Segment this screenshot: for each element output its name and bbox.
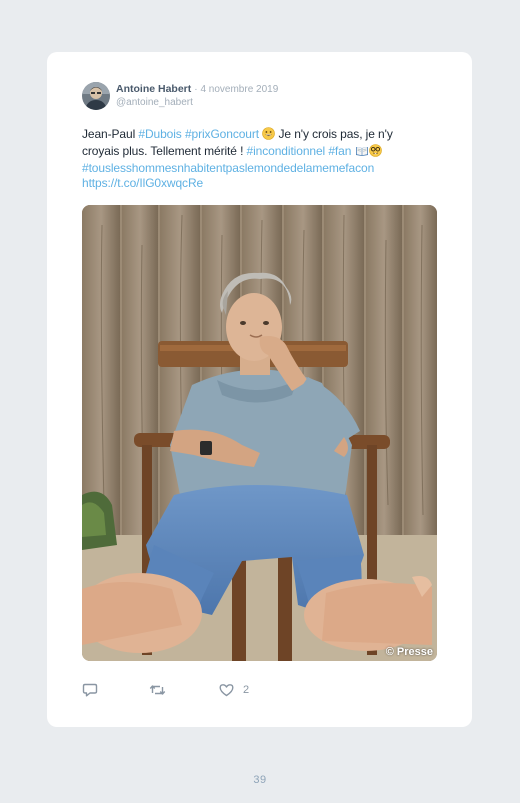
grinning-face-emoji-icon — [262, 127, 276, 144]
tweet-photo[interactable]: © Presse — [82, 205, 437, 661]
page-number: 39 — [253, 774, 267, 786]
retweet-button[interactable] — [149, 680, 166, 700]
text-segment: Jean-Paul — [82, 127, 139, 141]
tweet-actions: 2 — [82, 680, 382, 700]
tweet-date[interactable]: 4 novembre 2019 — [200, 84, 278, 95]
open-book-emoji-icon — [355, 145, 369, 161]
tweet-text-line-1: Jean-Paul #Dubois #prixGoncourt Je n'y c… — [82, 127, 442, 144]
photo-watermark: © Presse — [385, 646, 433, 658]
tweet-short-link[interactable]: https://t.co/IlG0xwqcRe — [82, 176, 203, 190]
text-segment: croyais plus. Tellement mérité ! — [82, 144, 247, 158]
retweet-icon — [149, 685, 166, 695]
photo-illustration — [82, 205, 437, 661]
like-button[interactable]: 2 — [219, 680, 249, 700]
like-count: 2 — [243, 684, 250, 696]
tweet-header: Antoine Habert · 4 novembre 2019 @antoin… — [82, 80, 278, 112]
tweet-text: Jean-Paul #Dubois #prixGoncourt Je n'y c… — [82, 127, 442, 191]
tweet-card: Antoine Habert · 4 novembre 2019 @antoin… — [47, 52, 472, 727]
hashtag-dubois[interactable]: #Dubois — [138, 127, 181, 141]
text-segment: Je n'y crois pas, je n'y — [275, 127, 393, 141]
tweet-text-line-3: #touslesshommesnhabitentpaslemondedelame… — [82, 161, 442, 176]
reply-button[interactable] — [82, 680, 98, 700]
avatar[interactable] — [82, 82, 110, 110]
hashtag-inconditionnel[interactable]: #inconditionnel — [247, 144, 326, 158]
display-name[interactable]: Antoine Habert — [116, 83, 191, 95]
hashtag-prixgoncourt[interactable]: #prixGoncourt — [185, 127, 259, 141]
tweet-text-line-2: croyais plus. Tellement mérité ! #incond… — [82, 144, 442, 161]
nerd-face-emoji-icon — [368, 144, 382, 161]
tweet-text-line-4: https://t.co/IlG0xwqcRe — [82, 176, 442, 191]
hashtag-touslesshommes[interactable]: #touslesshommesnhabitentpaslemondedelame… — [82, 161, 374, 175]
meta-separator: · — [194, 84, 198, 95]
hashtag-fan[interactable]: #fan — [328, 144, 351, 158]
meta-top: Antoine Habert · 4 novembre 2019 — [116, 84, 278, 95]
tweet-meta: Antoine Habert · 4 novembre 2019 @antoin… — [116, 84, 278, 108]
user-handle[interactable]: @antoine_habert — [116, 98, 278, 108]
heart-icon — [219, 684, 234, 697]
reply-icon — [82, 683, 98, 697]
